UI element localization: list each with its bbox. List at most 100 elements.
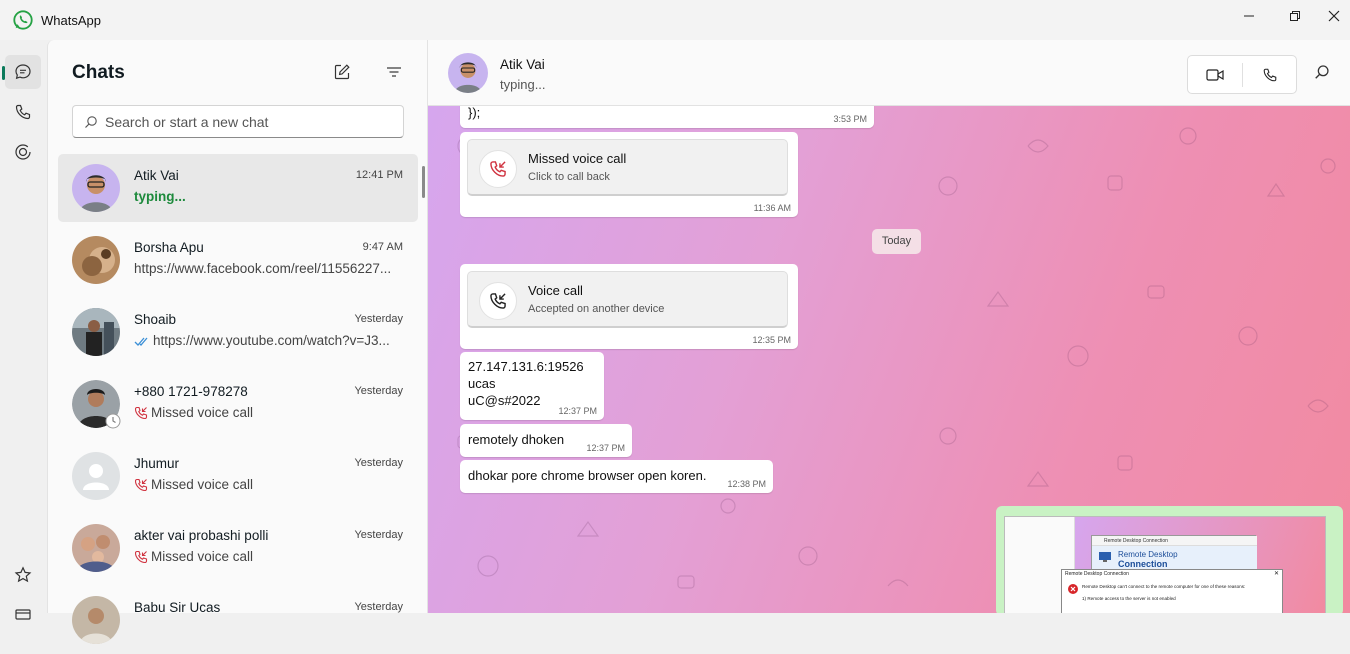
call-title: Voice call [528,283,583,298]
video-call-button[interactable] [1188,56,1242,93]
contact-avatar[interactable] [448,53,488,93]
chat-preview: Missed voice call [134,477,404,492]
default-avatar-icon [72,452,120,500]
avatar [72,524,120,572]
missed-call-icon [134,479,148,492]
screenshot-preview: Remote Desktop Connection Remote Desktop… [1004,516,1326,613]
message-time: 12:37 PM [586,443,625,453]
rdc-error-text: Remote Desktop can't connect to the remo… [1082,584,1246,589]
call-title: Missed voice call [528,151,627,166]
search-input[interactable] [103,113,393,131]
chat-name: akter vai probashi polli [134,528,269,543]
avatar [72,596,120,644]
missed-call-card[interactable]: Missed voice call Click to call back [467,139,788,196]
image-message-thumbnail[interactable]: Remote Desktop Connection Remote Desktop… [996,506,1343,613]
avatar [72,164,120,212]
status-ring-icon [105,413,121,429]
chat-preview: typing... [134,189,186,204]
nav-archived-button[interactable] [5,596,41,630]
rdc-error-dialog: Remote Desktop Connection ✕ Remote Deskt… [1061,569,1283,613]
date-chip: Today [872,229,921,254]
message-time: 3:53 PM [833,114,867,124]
star-icon [14,566,32,583]
message-bubble[interactable]: remotely dhoken 12:37 PM [460,424,632,457]
message-time: 12:37 PM [558,406,597,416]
voice-call-button[interactable] [1243,56,1297,93]
nav-status-button[interactable] [5,135,41,169]
message-bubble[interactable]: dhokar pore chrome browser open koren. 1… [460,460,773,493]
maximize-button[interactable] [1272,0,1318,32]
chat-preview: https://www.youtube.com/watch?v=J3... [134,333,404,348]
minimize-icon [1244,15,1254,17]
chat-row-jhumur[interactable]: Jhumur Yesterday Missed voice call [58,442,418,510]
chat-time: 12:41 PM [355,169,403,181]
chat-preview-text: Missed voice call [151,477,254,492]
rdc-monitor-icon [1099,552,1111,562]
chat-time: Yesterday [354,313,403,325]
filter-icon [387,67,401,77]
rdc-product-line2: Connection [1118,559,1168,569]
read-receipt-icon [134,337,148,346]
nav-calls-button[interactable] [5,95,41,129]
whatsapp-logo-icon [13,10,33,30]
navigation-rail [0,40,47,620]
chat-preview: Missed voice call [134,405,404,420]
filter-button[interactable] [380,58,408,86]
rdc-window-title: Remote Desktop Connection [1092,536,1257,546]
chat-row-akter-vai-probashi-polli[interactable]: akter vai probashi polli Yesterday Misse… [58,514,418,582]
message-bubble[interactable]: 27.147.131.6:19526 ucas uC@s#2022 12:37 … [460,352,604,420]
avatar [72,452,120,500]
contact-name[interactable]: Atik Vai [500,57,545,72]
status-icon [15,144,31,160]
voice-call-circle [479,282,517,320]
message-time: 11:36 AM [753,203,791,213]
phone-icon [1263,68,1277,81]
missed-call-icon [134,551,148,564]
search-icon [85,116,97,128]
message-text: 27.147.131.6:19526 ucas uC@s#2022 [468,359,584,408]
voice-call-message[interactable]: Voice call Accepted on another device 12… [460,264,798,349]
chat-time: Yesterday [354,457,403,469]
chat-name: Atik Vai [134,168,179,183]
chat-time: Yesterday [354,385,403,397]
chat-list-pane: Chats Atik Vai 12:41 PM typing... [47,40,428,644]
chat-row-babu-sir-ucas[interactable]: Babu Sir Ucas Yesterday [58,586,418,654]
chat-wallpaper: }); 3:53 PM Missed voice call Click to c… [428,96,1350,613]
chat-preview: Missed voice call [134,549,404,564]
call-buttons-group [1187,55,1297,94]
message-text: remotely dhoken [468,432,565,447]
incoming-call-icon [490,293,506,309]
app-title: WhatsApp [41,13,101,28]
voice-call-card[interactable]: Voice call Accepted on another device [467,271,788,328]
chat-preview-text: Missed voice call [151,405,254,420]
nav-starred-button[interactable] [5,558,41,592]
search-icon [1315,65,1329,79]
close-button[interactable] [1318,0,1350,32]
close-icon [1328,10,1340,22]
search-in-chat-button[interactable] [1314,64,1330,85]
rdc-product-line1: Remote Desktop [1118,550,1178,559]
compose-icon [334,64,350,80]
chats-icon [15,64,31,80]
chat-row-atik-vai[interactable]: Atik Vai 12:41 PM typing... [58,154,418,222]
chats-heading: Chats [72,62,125,83]
nav-chats-button[interactable] [5,55,41,89]
chat-list-scrollbar[interactable] [422,166,425,198]
missed-call-message[interactable]: Missed voice call Click to call back 11:… [460,132,798,217]
chat-row-borsha-apu[interactable]: Borsha Apu 9:47 AM https://www.facebook.… [58,226,418,294]
new-chat-button[interactable] [328,58,356,86]
minimize-button[interactable] [1226,0,1272,32]
video-camera-icon [1206,68,1224,81]
title-bar: WhatsApp [0,0,1350,40]
chat-row-shoaib[interactable]: Shoaib Yesterday https://www.youtube.com… [58,298,418,366]
restore-icon [1290,11,1300,21]
error-icon [1068,584,1078,594]
archive-icon [15,609,31,620]
missed-call-circle [479,150,517,188]
chat-row-880-1721-978278[interactable]: +880 1721-978278 Yesterday Missed voice … [58,370,418,438]
message-time: 12:38 PM [727,479,766,489]
avatar [72,380,121,429]
message-text: dhokar pore chrome browser open koren. [468,468,707,483]
rdc-reason-1: 1) Remote access to the server is not en… [1082,596,1176,601]
conversation-pane: }); 3:53 PM Missed voice call Click to c… [428,40,1350,613]
